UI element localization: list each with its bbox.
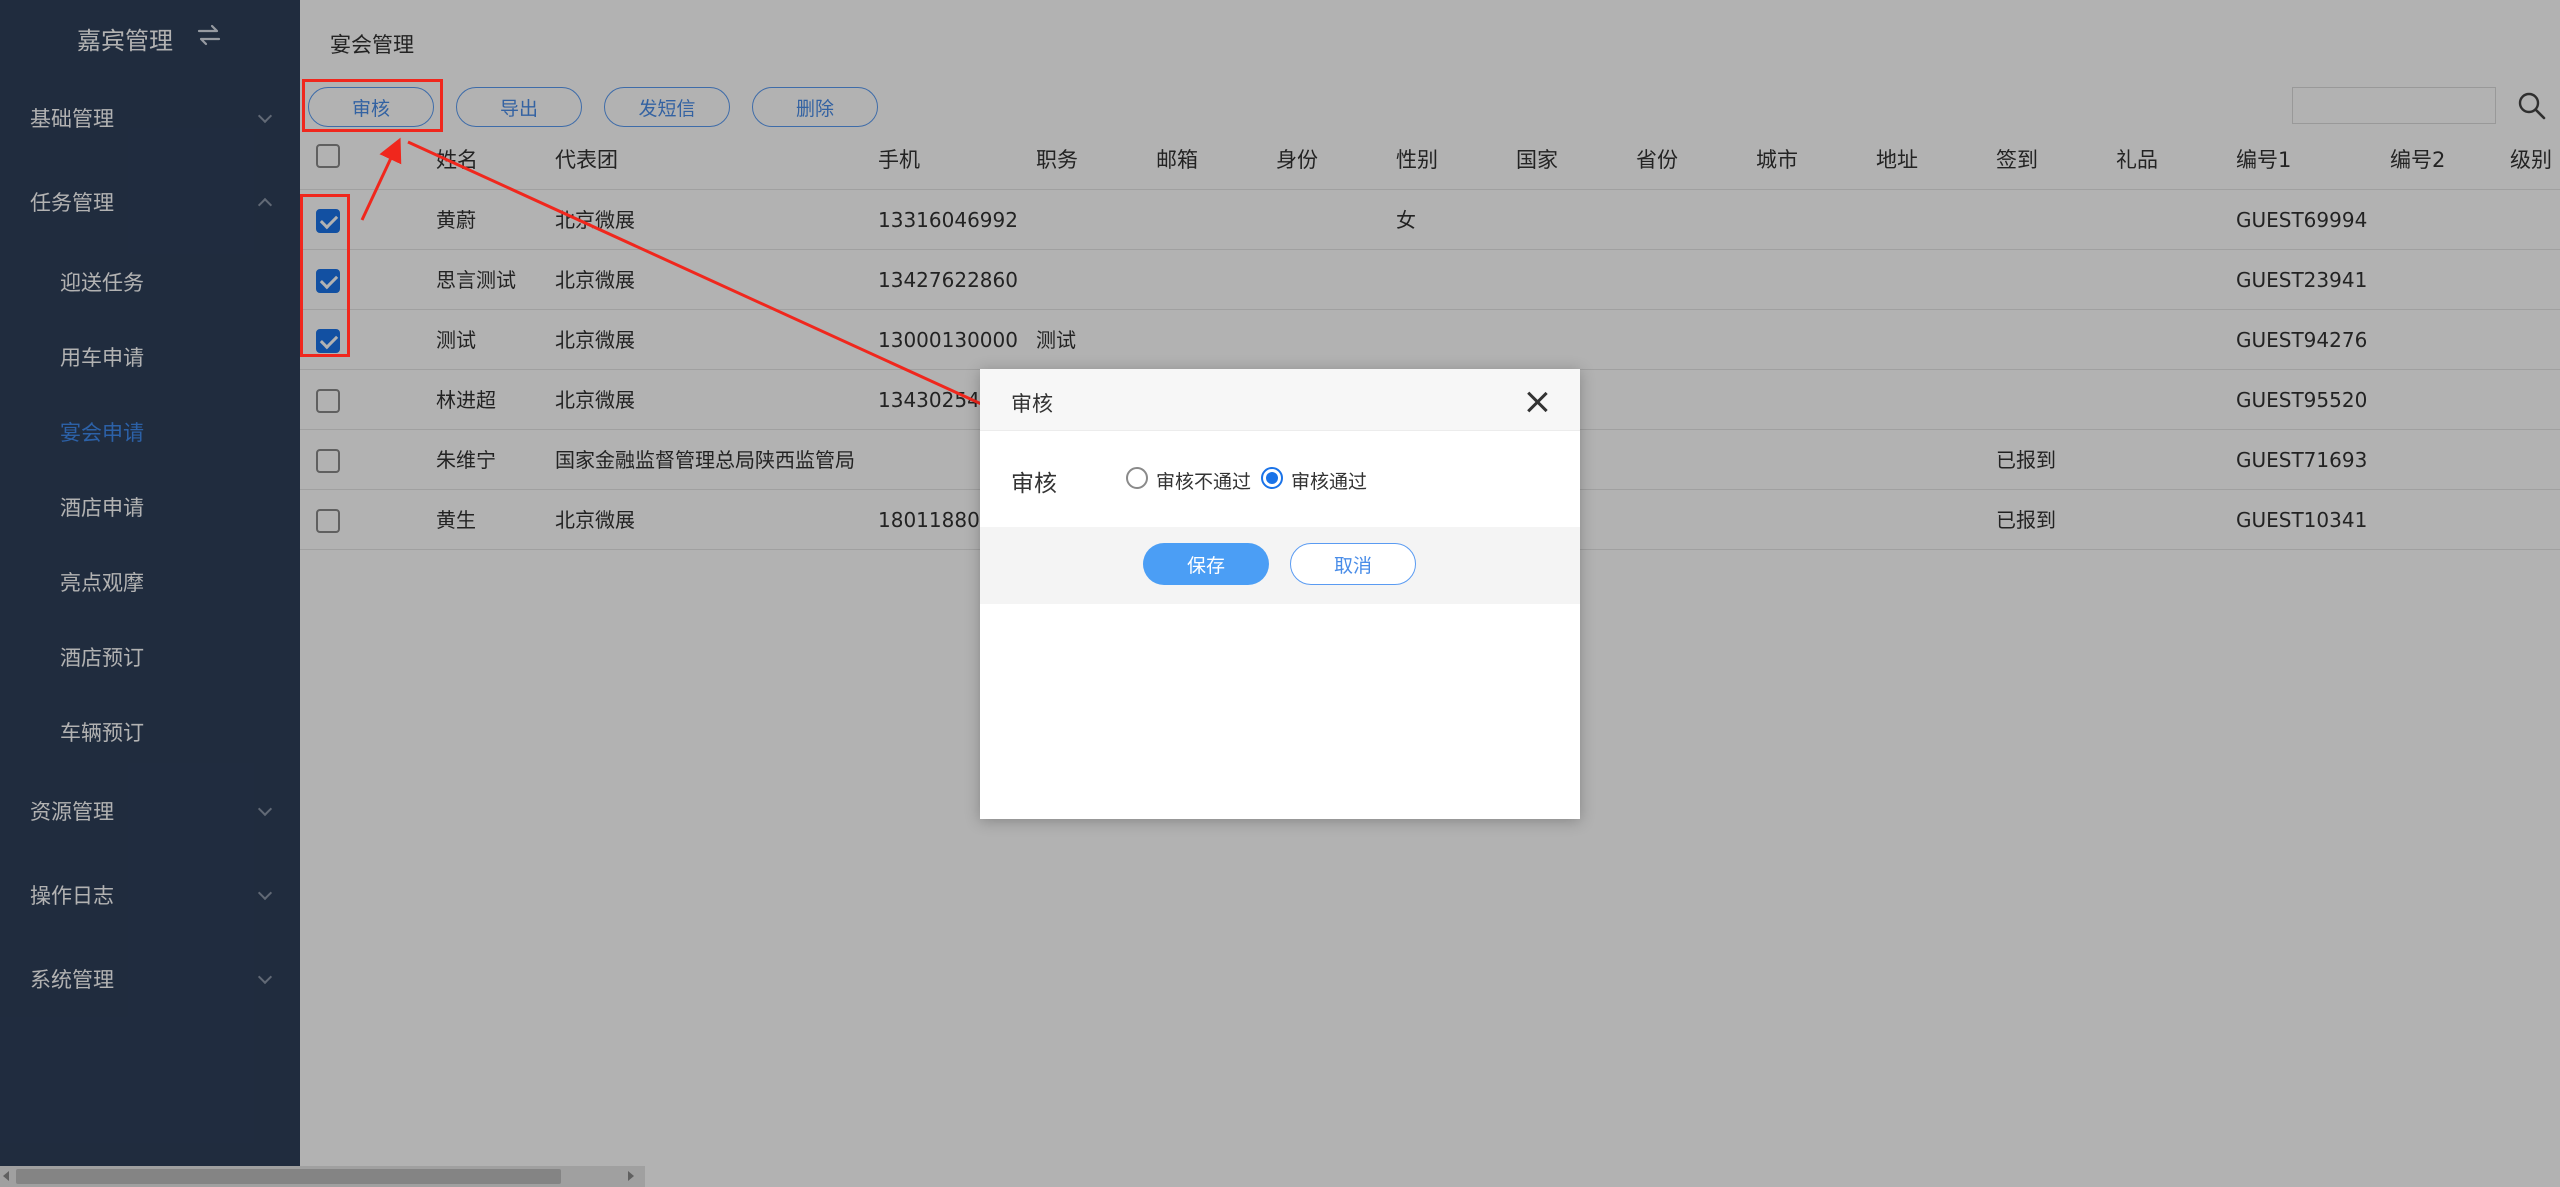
dialog-footer: 保存 取消 bbox=[980, 527, 1580, 604]
save-button[interactable]: 保存 bbox=[1143, 543, 1269, 585]
annotation-box-checkboxes bbox=[300, 194, 350, 357]
close-icon[interactable] bbox=[1527, 392, 1547, 412]
radio-approve[interactable] bbox=[1261, 467, 1283, 489]
audit-field-label: 审核 bbox=[1011, 471, 1057, 497]
radio-approve-label[interactable]: 审核通过 bbox=[1291, 467, 1367, 494]
annotation-box-audit bbox=[302, 79, 443, 132]
cancel-button[interactable]: 取消 bbox=[1290, 543, 1416, 585]
radio-reject-label[interactable]: 审核不通过 bbox=[1156, 467, 1251, 494]
radio-reject[interactable] bbox=[1126, 467, 1148, 489]
dialog-title: 审核 bbox=[1011, 392, 1053, 416]
audit-dialog: 审核 审核 审核不通过 审核通过 保存 取消 bbox=[980, 369, 1580, 819]
dialog-body: 审核 审核不通过 审核通过 bbox=[980, 431, 1580, 527]
dialog-header: 审核 bbox=[980, 369, 1580, 431]
